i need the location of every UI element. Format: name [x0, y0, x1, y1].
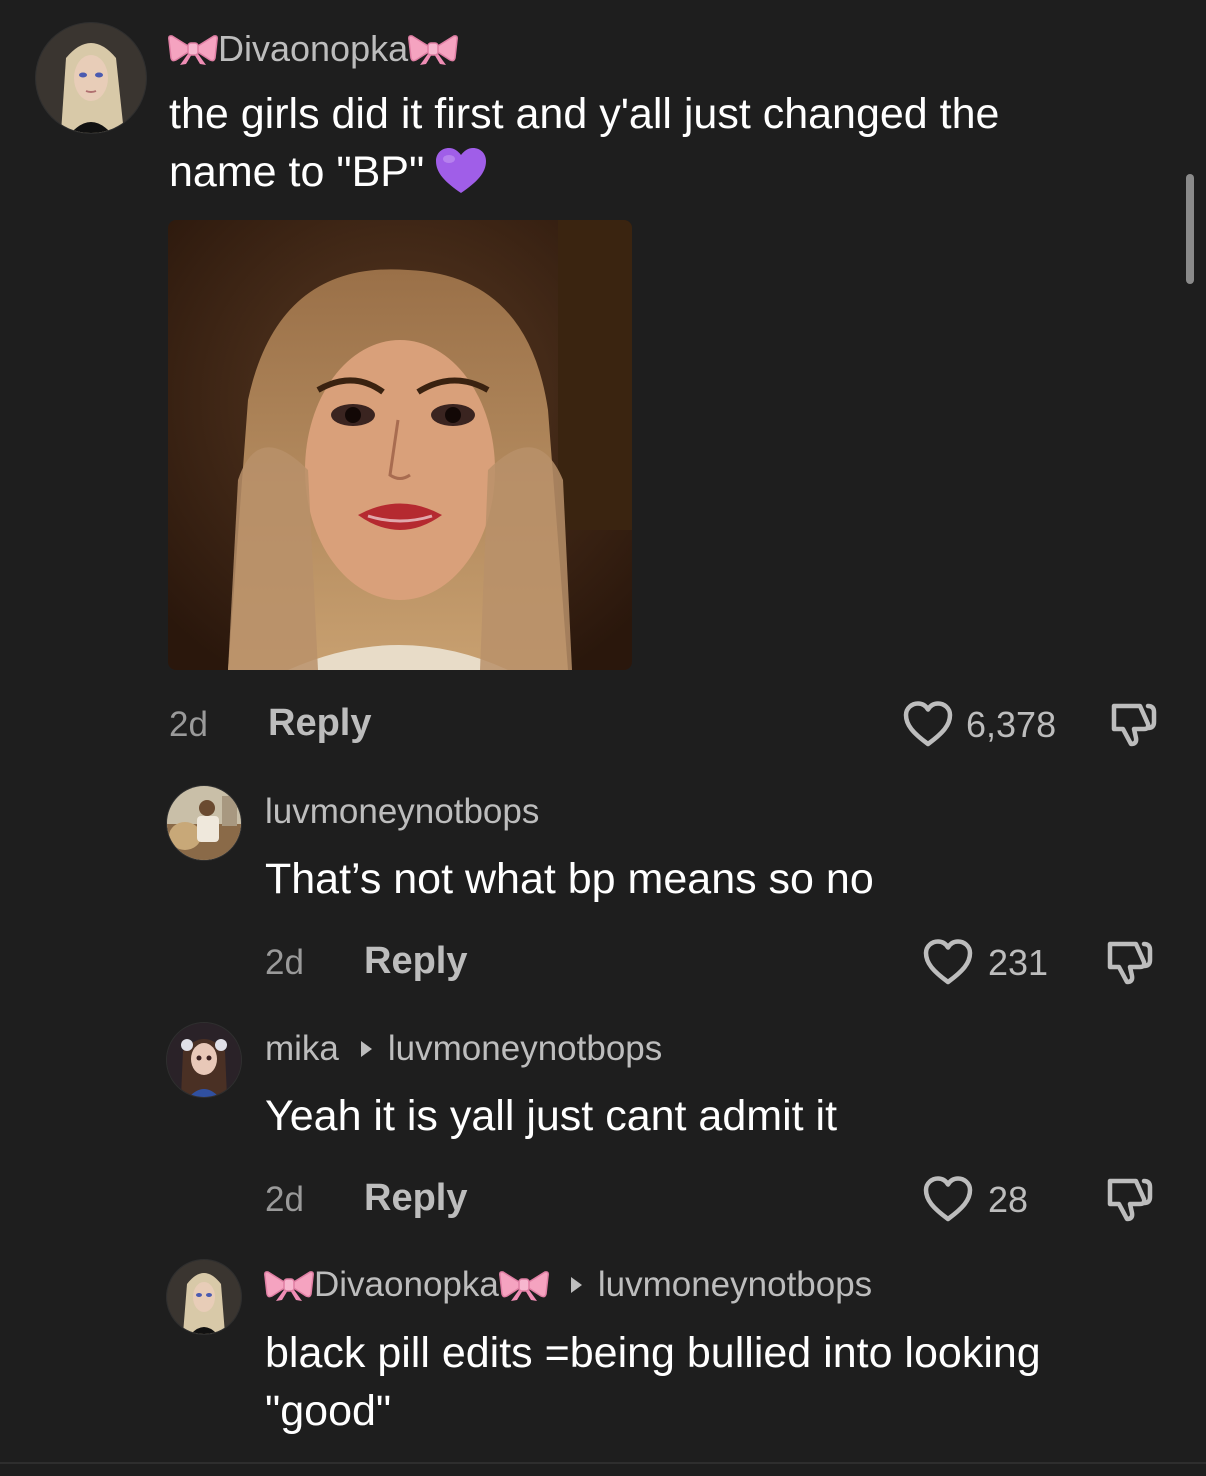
divider	[0, 1462, 1206, 1464]
comment-text: the girls did it first and y'all just ch…	[169, 90, 1000, 196]
reply-arrow-icon	[570, 1277, 582, 1293]
scrollbar[interactable]	[1186, 174, 1194, 284]
comment-text: Yeah it is yall just cant admit it	[265, 1092, 838, 1140]
thumbs-down-icon[interactable]	[1102, 1173, 1154, 1225]
heart-outline-icon[interactable]	[903, 701, 953, 747]
avatar-image	[167, 1023, 241, 1097]
thumbs-down-icon[interactable]	[1106, 698, 1158, 750]
reply-button[interactable]: Reply	[268, 702, 371, 745]
purple-heart-icon	[434, 146, 488, 196]
heart-outline-icon[interactable]	[923, 1176, 973, 1222]
comment-time: 2d	[169, 705, 208, 744]
reply-button[interactable]: Reply	[364, 940, 467, 983]
avatar-image	[167, 786, 241, 860]
avatar[interactable]	[167, 1260, 241, 1334]
like-count: 6,378	[966, 704, 1057, 745]
avatar[interactable]	[167, 1023, 241, 1097]
reply-arrow-icon	[360, 1041, 372, 1057]
thumbs-down-icon[interactable]	[1102, 936, 1154, 988]
comment-time: 2d	[265, 943, 304, 982]
comment-username[interactable]: mika luvmoneynotbops	[265, 1029, 662, 1069]
comment-text: That’s not what bp means so no	[265, 855, 874, 903]
pink-bow-icon	[499, 1268, 549, 1302]
avatar-image	[36, 23, 146, 133]
avatar-image	[167, 1260, 241, 1334]
like-count: 231	[988, 942, 1049, 983]
comment-time: 2d	[265, 1180, 304, 1219]
pink-bow-icon	[168, 32, 218, 66]
comment-image[interactable]	[168, 220, 632, 670]
heart-outline-icon[interactable]	[923, 939, 973, 985]
comment-text: black pill edits =being bullied into loo…	[265, 1329, 1041, 1435]
reply-button[interactable]: Reply	[364, 1177, 467, 1220]
reply-to-username[interactable]: luvmoneynotbops	[388, 1029, 662, 1069]
like-count: 28	[988, 1179, 1029, 1220]
comment-username[interactable]: luvmoneynotbops	[265, 792, 539, 832]
comment-username[interactable]: Divaonopka luvmoneynotbops	[264, 1265, 872, 1305]
avatar[interactable]	[36, 23, 146, 133]
pink-bow-icon	[264, 1268, 314, 1302]
comment-username[interactable]: Divaonopka	[168, 28, 458, 70]
pink-bow-icon	[408, 32, 458, 66]
reply-to-username[interactable]: luvmoneynotbops	[598, 1265, 872, 1305]
avatar[interactable]	[167, 786, 241, 860]
